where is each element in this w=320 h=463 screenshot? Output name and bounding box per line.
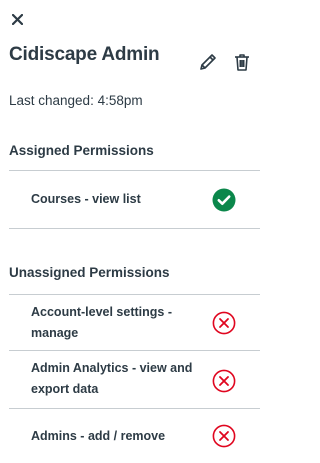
close-button[interactable] bbox=[9, 11, 25, 27]
x-circle-icon bbox=[212, 369, 236, 393]
permission-row-assigned: Courses - view list bbox=[9, 171, 260, 228]
pencil-icon bbox=[200, 54, 216, 70]
unassigned-permissions-heading: Unassigned Permissions bbox=[9, 265, 170, 280]
x-circle-icon bbox=[212, 311, 236, 335]
permission-denied-toggle[interactable] bbox=[212, 311, 236, 335]
last-changed-text: Last changed: 4:58pm bbox=[9, 93, 143, 108]
assigned-permissions-heading: Assigned Permissions bbox=[9, 143, 154, 158]
permission-label: Courses - view list bbox=[31, 192, 141, 206]
permission-label: Account-level settings - manage bbox=[31, 305, 172, 340]
permission-denied-toggle[interactable] bbox=[212, 424, 236, 448]
permission-row-unassigned: Account-level settings - manage bbox=[9, 295, 260, 350]
close-icon bbox=[11, 13, 23, 25]
permission-label: Admins - add / remove bbox=[31, 429, 166, 443]
delete-button[interactable] bbox=[231, 51, 253, 73]
permission-granted-toggle[interactable] bbox=[212, 188, 236, 212]
check-circle-icon bbox=[212, 188, 236, 212]
page-title: Cidiscape Admin bbox=[9, 44, 160, 65]
trash-icon bbox=[235, 54, 249, 71]
permission-label: Admin Analytics - view and export data bbox=[31, 361, 193, 396]
divider bbox=[9, 228, 260, 229]
permission-row-unassigned: Admins - add / remove bbox=[9, 409, 260, 463]
edit-button[interactable] bbox=[197, 51, 219, 73]
permission-denied-toggle[interactable] bbox=[212, 369, 236, 393]
x-circle-icon bbox=[212, 424, 236, 448]
permission-row-unassigned: Admin Analytics - view and export data bbox=[9, 351, 260, 408]
